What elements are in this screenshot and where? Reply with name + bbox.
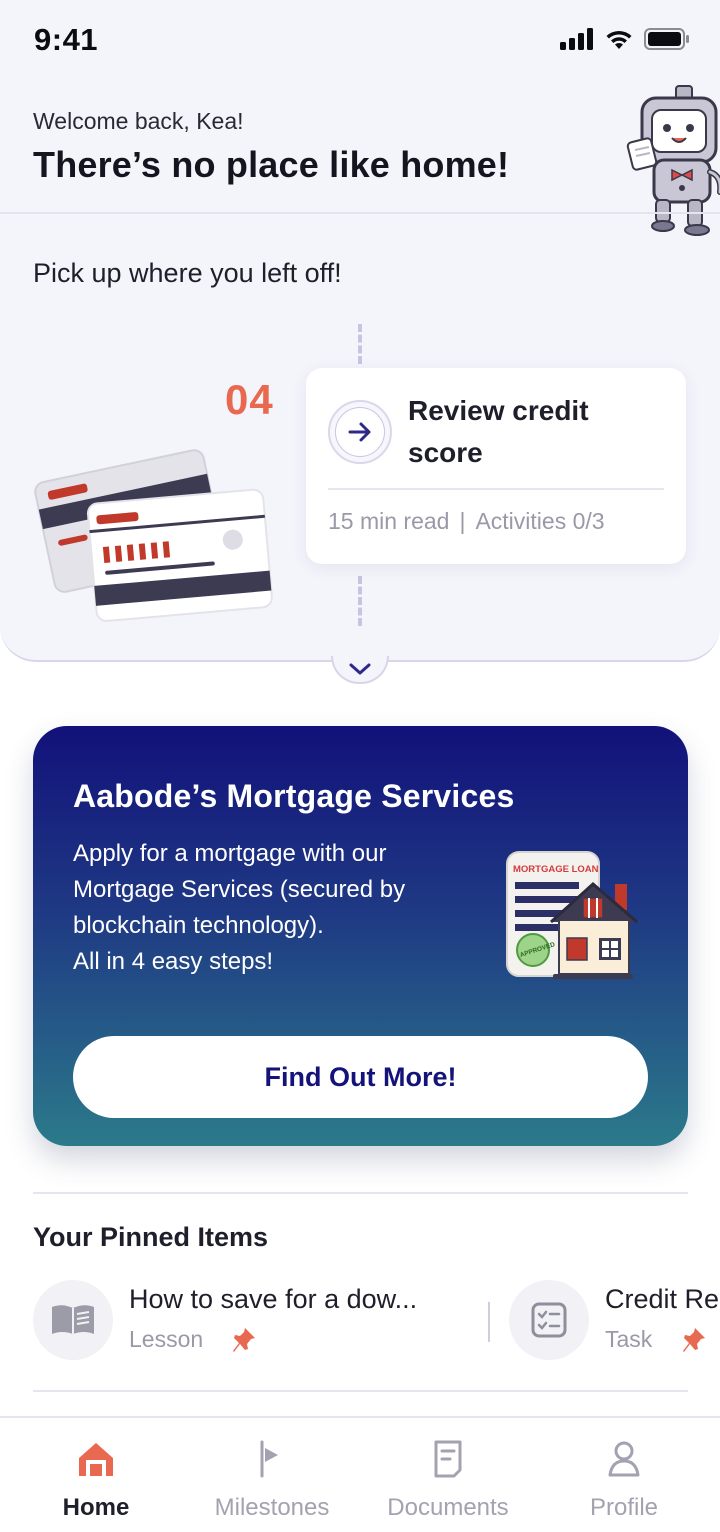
mortgage-document-label: MORTGAGE LOAN: [513, 864, 599, 875]
status-icons: [560, 28, 690, 50]
document-icon: [360, 1438, 536, 1478]
home-icon: [8, 1438, 184, 1478]
pinned-top-divider: [33, 1192, 688, 1194]
bottom-navigation: Home Milestones Documents Profile: [0, 1416, 720, 1532]
lesson-meta: 15 min read | Activities 0/3: [328, 508, 605, 535]
lesson-read-time: 15 min read: [328, 508, 450, 534]
book-icon: [33, 1280, 113, 1360]
nav-label-milestones: Milestones: [214, 1494, 330, 1521]
page-title: There’s no place like home!: [33, 144, 510, 185]
lesson-title: Review credit score: [408, 395, 589, 468]
pinned-item-task[interactable]: Credit Re Task: [509, 1280, 720, 1360]
pinned-items-separator: [488, 1302, 490, 1342]
profile-icon: [536, 1438, 712, 1478]
expand-toggle[interactable]: [331, 656, 389, 684]
find-out-more-button[interactable]: Find Out More!: [73, 1036, 648, 1118]
pinned-item-title: How to save for a dow...: [129, 1284, 418, 1314]
nav-label-profile: Profile: [589, 1494, 659, 1521]
pinned-section-title: Your Pinned Items: [33, 1222, 269, 1252]
battery-icon: [644, 28, 689, 50]
pinned-item-type: Lesson: [129, 1326, 204, 1352]
cellular-signal-icon: [560, 28, 593, 50]
pin-icon[interactable]: [231, 1326, 257, 1354]
nav-label-documents: Documents: [387, 1494, 509, 1521]
promo-description: Apply for a mortgage with our Mortgage S…: [73, 836, 473, 980]
pinned-item-title: Credit Re: [605, 1284, 720, 1314]
mortgage-house-illustration: MORTGAGE LOAN APPROVED: [506, 851, 638, 979]
timeline-dash-top: [358, 324, 362, 364]
pinned-item-type: Task: [605, 1326, 653, 1352]
lesson-activities: Activities 0/3: [475, 508, 605, 534]
credit-cards-illustration: [34, 449, 273, 622]
status-bar: 9:41: [0, 0, 720, 84]
lesson-open-button[interactable]: [328, 400, 392, 464]
wifi-icon: [606, 30, 632, 49]
timeline-dash-bottom: [358, 576, 362, 626]
checklist-icon: [509, 1280, 589, 1360]
lesson-meta-separator: |: [459, 508, 466, 534]
promo-title: Aabode’s Mortgage Services: [73, 778, 515, 814]
nav-item-home[interactable]: Home: [8, 1438, 184, 1522]
welcome-message: Welcome back, Kea!: [33, 108, 244, 134]
nav-item-documents[interactable]: Documents: [360, 1438, 536, 1522]
current-lesson-card[interactable]: Review credit score 15 min read | Activiti…: [306, 368, 686, 564]
promo-description-main: Apply for a mortgage with our Mortgage S…: [73, 840, 406, 939]
section-title-pick-up: Pick up where you left off!: [33, 258, 342, 288]
promo-description-steps: All in 4 easy steps!: [73, 948, 274, 975]
nav-item-milestones[interactable]: Milestones: [184, 1438, 360, 1522]
arrow-right-icon: [335, 407, 385, 457]
chevron-down-icon: [349, 663, 371, 675]
flag-icon: [184, 1438, 360, 1478]
header-divider: [0, 212, 720, 214]
pin-icon[interactable]: [681, 1326, 707, 1354]
step-number: 04: [225, 376, 274, 423]
robot-mascot-illustration: [626, 85, 720, 236]
pinned-bottom-divider: [33, 1390, 688, 1392]
mortgage-promo-card: Aabode’s Mortgage Services Apply for a m…: [33, 726, 688, 1146]
lesson-card-divider: [328, 488, 664, 490]
nav-item-profile[interactable]: Profile: [536, 1438, 712, 1522]
nav-label-home: Home: [62, 1494, 130, 1521]
status-time: 9:41: [34, 22, 99, 57]
pinned-item-lesson[interactable]: How to save for a dow... Lesson: [33, 1280, 473, 1360]
